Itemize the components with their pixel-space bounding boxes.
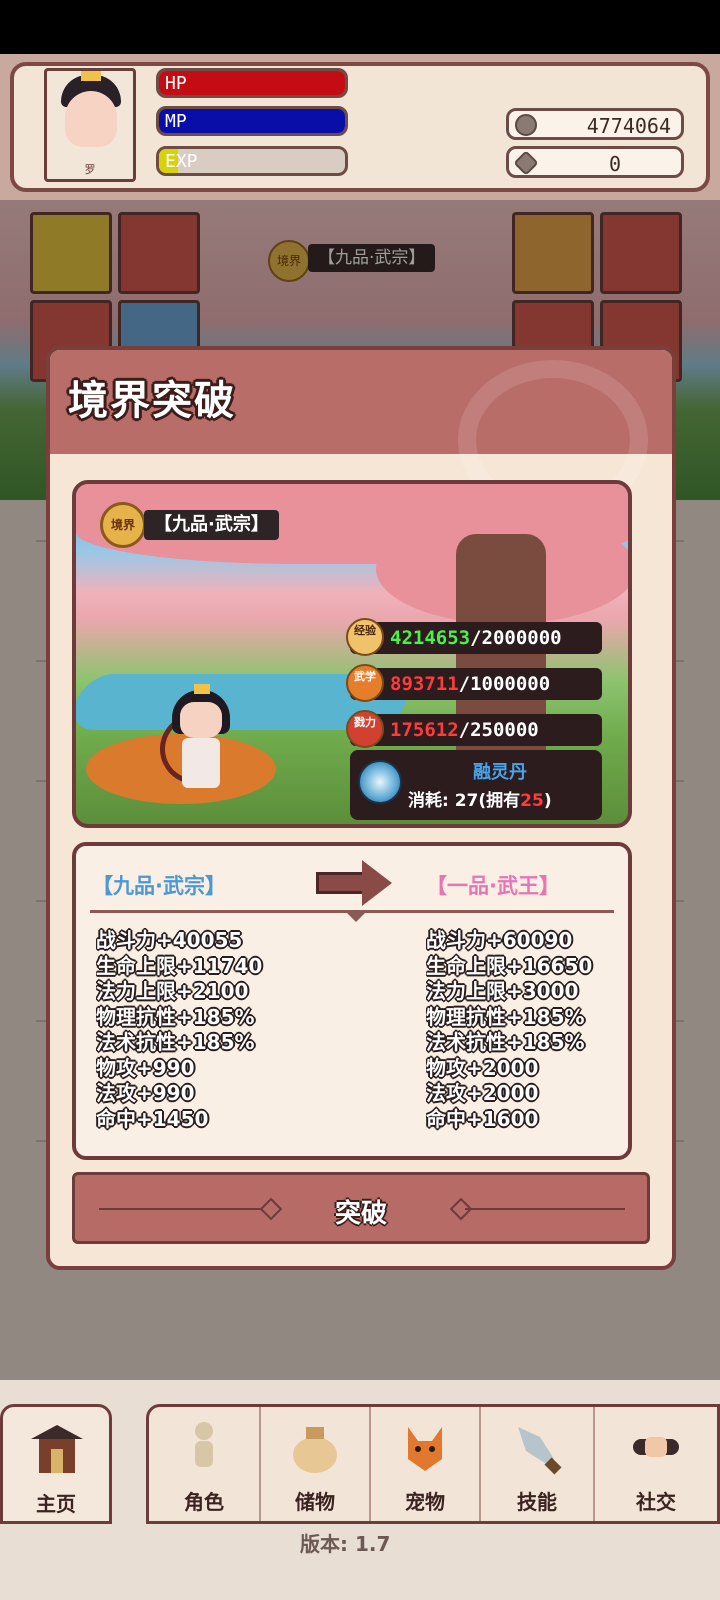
bag-icon <box>293 1427 337 1473</box>
avatar-face <box>65 91 117 147</box>
nav-skills-label: 技能 <box>517 1490 557 1514</box>
exp-bar: EXP <box>156 146 348 176</box>
nav-storage[interactable]: 储物 <box>261 1407 371 1521</box>
avatar[interactable]: 罗 <box>44 68 136 182</box>
gem-icon <box>513 150 539 176</box>
breakthrough-scene: 境界 【九品·武宗】 经验 4214653/2000000 武学 893711/… <box>72 480 632 828</box>
realm-medal-icon: 境界 <box>100 502 146 548</box>
gem-value: 0 <box>608 152 621 176</box>
item-name: 融灵丹 <box>473 762 527 783</box>
to-stat: 法术抗性+185% <box>426 1030 585 1054</box>
current-realm-text: 【九品·武宗】 <box>144 510 279 540</box>
strength-seal-icon: 戮力 <box>346 710 384 748</box>
from-stat: 战斗力+40055 <box>96 928 243 952</box>
bottom-nav: 角色 储物 宠物 技能 社交 <box>146 1404 720 1524</box>
to-stat: 命中+1600 <box>426 1106 539 1131</box>
to-stat: 法攻+2000 <box>426 1081 539 1105</box>
to-stat: 法力上限+3000 <box>426 979 579 1003</box>
required-item[interactable]: 融灵丹 消耗: 27(拥有25) <box>350 750 602 820</box>
coin-icon <box>515 114 537 136</box>
current-realm-badge: 境界 【九品·武宗】 <box>100 502 310 548</box>
item-cost: 消耗: 27(拥有25) <box>408 791 552 811</box>
from-realm: 【九品·武宗】 <box>92 874 226 898</box>
nav-social[interactable]: 社交 <box>595 1407 717 1521</box>
dialog-title: 境界突破 <box>68 378 236 424</box>
hp-bar: HP <box>156 68 348 98</box>
nav-character-label: 角色 <box>184 1490 224 1514</box>
stat-row-martial: 武学 893711/1000000 <box>346 664 602 702</box>
spirit-pill-icon <box>358 760 402 804</box>
strength-current: 175612/250000 <box>390 719 539 741</box>
experience-seal-icon: 经验 <box>346 618 384 656</box>
from-stat: 命中+1450 <box>96 1106 209 1131</box>
mp-label: MP <box>165 111 187 132</box>
breakthrough-label: 突破 <box>334 1199 387 1229</box>
nav-character[interactable]: 角色 <box>149 1407 261 1521</box>
realm-breakthrough-dialog: 境界突破 境界 【九品·武宗】 经验 4214653/2000000 武学 89… <box>46 346 676 1270</box>
gem-counter: 0 <box>506 146 684 178</box>
breakthrough-button[interactable]: 突破 <box>72 1172 650 1244</box>
stat-row-strength: 戮力 175612/250000 <box>346 710 602 748</box>
hero-character <box>147 684 246 797</box>
nav-pet-label: 宠物 <box>405 1490 445 1514</box>
nav-social-label: 社交 <box>636 1490 676 1514</box>
experience-current: 4214653/2000000 <box>390 627 562 649</box>
from-stat: 法力上限+2100 <box>96 979 249 1003</box>
character-icon <box>195 1422 213 1467</box>
hero-body <box>182 738 220 788</box>
avatar-crown <box>81 71 101 81</box>
arrow-right-icon <box>316 860 396 906</box>
mp-bar: MP <box>156 106 348 136</box>
version-text: 版本: 1.7 <box>300 1532 391 1556</box>
to-stat: 战斗力+60090 <box>426 928 573 952</box>
to-realm: 【一品·武王】 <box>426 874 560 898</box>
pavilion-icon <box>31 1425 83 1473</box>
from-stat: 法攻+990 <box>96 1081 195 1105</box>
hero-face <box>180 702 222 738</box>
dialog-header: 境界突破 <box>50 350 672 520</box>
from-stat: 法术抗性+185% <box>96 1030 255 1054</box>
to-stat: 物攻+2000 <box>426 1055 539 1080</box>
from-stat: 物理抗性+185% <box>96 1004 255 1029</box>
coin-value: 4774064 <box>586 114 671 138</box>
sword-icon <box>518 1427 562 1475</box>
nav-skills[interactable]: 技能 <box>481 1407 595 1521</box>
to-stats-list[interactable]: 战斗力+60090 生命上限+16650 法力上限+3000 物理抗性+185%… <box>426 928 626 1138</box>
hero-crown <box>194 684 210 694</box>
to-stat: 物理抗性+185% <box>426 1004 585 1029</box>
exp-label: EXP <box>165 151 198 172</box>
nav-storage-label: 储物 <box>295 1490 335 1514</box>
hp-label: HP <box>165 73 187 94</box>
martial-seal-icon: 武学 <box>346 664 384 702</box>
from-stat: 生命上限+11740 <box>96 953 263 978</box>
nav-home-label: 主页 <box>36 1492 76 1516</box>
stat-row-experience: 经验 4214653/2000000 <box>346 618 602 656</box>
handshake-icon <box>633 1437 679 1457</box>
status-bar <box>0 0 720 54</box>
nav-pet[interactable]: 宠物 <box>371 1407 481 1521</box>
martial-current: 893711/1000000 <box>390 673 551 695</box>
divider-notch <box>344 910 368 922</box>
item-owned-count: 25 <box>520 791 544 811</box>
realm-comparison: 【九品·武宗】 【一品·武王】 战斗力+40055 生命上限+11740 法力上… <box>72 842 632 1160</box>
from-stats-list[interactable]: 战斗力+40055 生命上限+11740 法力上限+2100 物理抗性+185%… <box>96 928 336 1138</box>
avatar-name: 罗 <box>84 163 96 176</box>
from-stat: 物攻+990 <box>96 1055 195 1080</box>
coin-counter: 4774064 <box>506 108 684 140</box>
fox-icon <box>408 1427 442 1471</box>
to-stat: 生命上限+16650 <box>426 953 593 978</box>
